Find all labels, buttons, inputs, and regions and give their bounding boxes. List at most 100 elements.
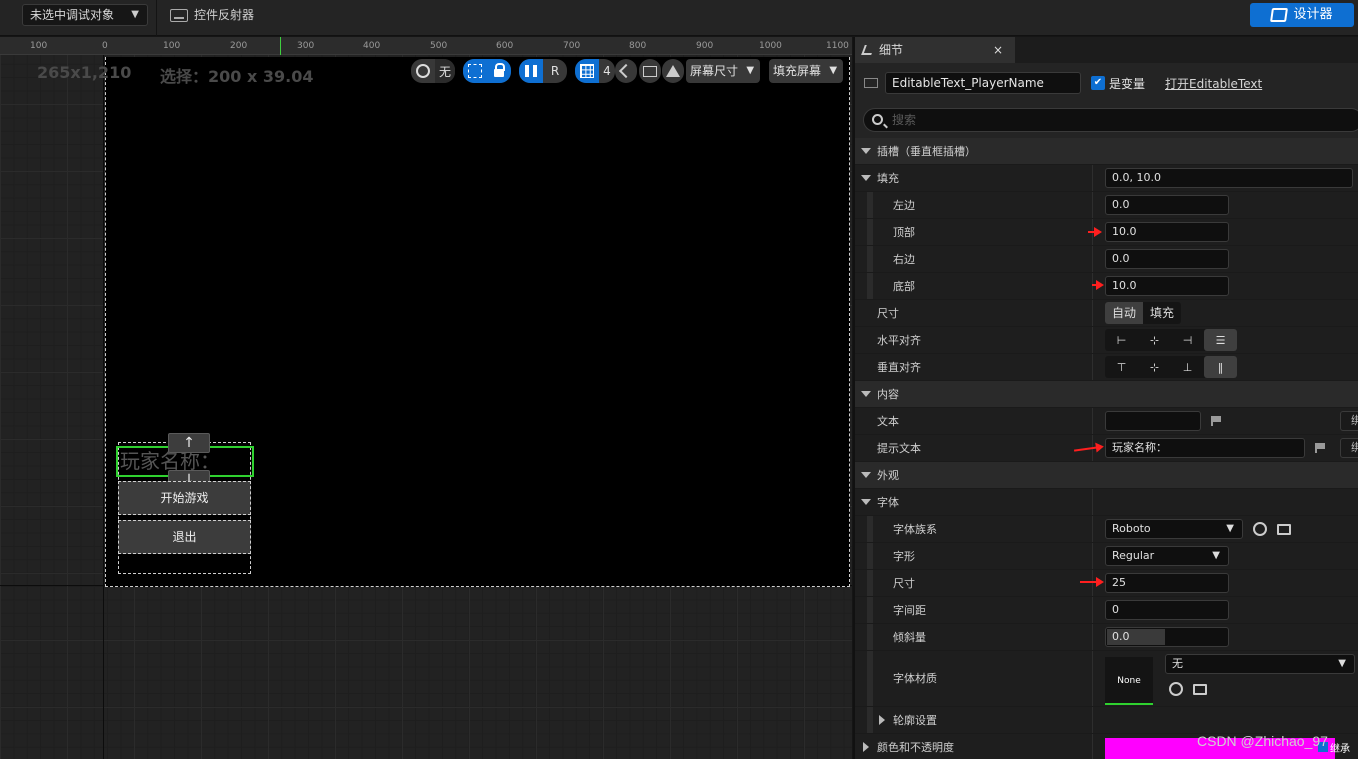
is-variable-checkbox[interactable]: ✔ [1091, 76, 1105, 90]
designer-mode-button[interactable]: 设计器 [1250, 3, 1354, 27]
details-tab[interactable]: 细节 × [855, 37, 1015, 63]
align-top-icon[interactable]: ⊤ [1105, 356, 1138, 378]
select-cursor-button[interactable] [615, 59, 637, 83]
align-right-icon[interactable]: ⊣ [1171, 329, 1204, 351]
designer-canvas[interactable]: 100 0 100 200 300 400 500 600 700 800 90… [0, 37, 852, 759]
align-left-icon[interactable]: ⊢ [1105, 329, 1138, 351]
ruler-tick-label: 600 [496, 41, 514, 51]
grid-icon[interactable] [575, 59, 599, 83]
column-divider [1092, 327, 1093, 353]
typeface-label: 字形 [893, 550, 915, 563]
padding-right-field[interactable]: 0.0 [1105, 249, 1229, 269]
expand-arrow-icon [879, 715, 885, 725]
font-material-dropdown[interactable]: 无 ▼ [1165, 654, 1355, 674]
screen-size-dropdown[interactable]: 屏幕尺寸 ▼ [686, 59, 761, 83]
inherit-label: 继承 [1330, 744, 1350, 755]
expand-arrow-icon[interactable] [863, 742, 869, 752]
ruler-tick-label: 900 [696, 41, 714, 51]
font-family-label: 字体族系 [893, 523, 937, 536]
debug-object-select[interactable]: 未选中调试对象 ▼ [22, 4, 148, 26]
padding-left-row: 左边 0.0 [855, 192, 1358, 219]
localize-flag-icon[interactable] [1315, 443, 1325, 453]
marquee-select-icon[interactable] [463, 59, 487, 83]
background-image-button[interactable] [639, 59, 661, 83]
align-center-icon[interactable]: ⊹ [1138, 329, 1171, 351]
localize-flag-icon[interactable] [1211, 416, 1221, 426]
indent-bar [867, 516, 873, 542]
flip-button[interactable] [662, 59, 684, 83]
font-material-thumbnail[interactable]: None [1105, 657, 1153, 705]
browse-folder-icon[interactable] [1193, 684, 1207, 695]
padding-bottom-row: 底部 10.0 [855, 273, 1358, 300]
column-divider [1092, 624, 1093, 650]
browse-folder-icon[interactable] [1277, 524, 1291, 535]
outline-settings-row[interactable]: 轮廓设置 [855, 707, 1358, 734]
horizontal-align-row: 水平对齐 ⊢ ⊹ ⊣ ☰ [855, 327, 1358, 354]
font-family-dropdown[interactable]: Roboto ▼ [1105, 519, 1243, 539]
annotation-arrow [1080, 577, 1104, 587]
pencil-icon [861, 45, 875, 55]
padding-bottom-field[interactable]: 10.0 [1105, 276, 1229, 296]
skew-label: 倾斜量 [893, 631, 926, 644]
selection-lock-group [463, 59, 511, 83]
horizontal-ruler: 100 0 100 200 300 400 500 600 700 800 90… [0, 37, 852, 55]
appearance-section-header[interactable]: 外观 [855, 462, 1358, 489]
font-size-field[interactable]: 25 [1105, 573, 1229, 593]
text-field[interactable] [1105, 411, 1201, 431]
ruler-tick-label: 0 [102, 41, 108, 51]
align-middle-icon[interactable]: ⊹ [1138, 356, 1171, 378]
move-up-handle[interactable]: ↑ [168, 433, 210, 453]
layout-blocks-icon[interactable] [519, 59, 543, 83]
open-editable-text-link[interactable]: 打开EditableText [1165, 75, 1262, 92]
close-icon[interactable]: × [993, 37, 1003, 63]
widget-name-field[interactable]: EditableText_PlayerName [885, 72, 1081, 94]
exit-button[interactable]: 退出 [118, 520, 251, 554]
collapse-arrow-icon[interactable] [861, 175, 871, 181]
widget-reflector-button[interactable]: 控件反射器 [170, 5, 254, 25]
details-tab-strip [1015, 37, 1358, 63]
skew-slider-field[interactable]: 0.0 [1105, 627, 1229, 647]
bind-button[interactable]: 绑 [1340, 411, 1358, 431]
padding-summary-field[interactable]: 0.0, 10.0 [1105, 168, 1353, 188]
chevron-down-icon: ▼ [829, 65, 838, 76]
use-selected-icon[interactable] [1169, 682, 1183, 696]
details-search-input[interactable]: 搜索 [863, 108, 1358, 132]
property-list: 插槽（垂直框插槽） 填充 0.0, 10.0 左边 0.0 顶部 10.0 右边… [855, 138, 1358, 759]
collapse-arrow-icon[interactable] [861, 499, 871, 505]
search-placeholder: 搜索 [892, 113, 917, 127]
indent-bar [867, 192, 873, 218]
start-game-button[interactable]: 开始游戏 [118, 481, 251, 515]
column-divider [1092, 651, 1093, 706]
text-row: 文本 绑 [855, 408, 1358, 435]
use-selected-icon[interactable] [1253, 522, 1267, 536]
hint-text-field[interactable]: 玩家名称： [1105, 438, 1305, 458]
world-space-toggle[interactable]: 无 [411, 59, 455, 83]
skew-value: 0.0 [1112, 630, 1130, 643]
size-auto-option[interactable]: 自动 [1105, 302, 1144, 324]
padding-left-field[interactable]: 0.0 [1105, 195, 1229, 215]
align-fill-icon[interactable]: ☰ [1204, 329, 1237, 351]
content-section-header[interactable]: 内容 [855, 381, 1358, 408]
lock-icon[interactable] [487, 59, 511, 83]
font-size-row: 尺寸 25 [855, 570, 1358, 597]
padding-top-field[interactable]: 10.0 [1105, 222, 1229, 242]
align-bottom-icon[interactable]: ⊥ [1171, 356, 1204, 378]
widget-reflector-label: 控件反射器 [194, 8, 255, 22]
indent-bar [867, 273, 873, 299]
align-vfill-icon[interactable]: ‖ [1204, 356, 1237, 378]
letter-spacing-field[interactable]: 0 [1105, 600, 1229, 620]
indent-bar [867, 246, 873, 272]
slot-section-header[interactable]: 插槽（垂直框插槽） [855, 138, 1358, 165]
vertical-align-row: 垂直对齐 ⊤ ⊹ ⊥ ‖ [855, 354, 1358, 381]
column-divider [1092, 354, 1093, 380]
color-opacity-label: 颜色和不透明度 [877, 741, 954, 754]
fill-screen-dropdown[interactable]: 填充屏幕 ▼ [769, 59, 844, 83]
indent-bar [867, 651, 873, 706]
bind-button[interactable]: 绑 [1340, 438, 1358, 458]
r-toggle-button[interactable]: R [543, 59, 567, 83]
typeface-dropdown[interactable]: Regular ▼ [1105, 546, 1229, 566]
size-fill-option[interactable]: 填充 [1143, 302, 1181, 324]
outline-settings-label: 轮廓设置 [893, 714, 937, 727]
font-family-value: Roboto [1112, 522, 1151, 535]
text-label: 文本 [877, 415, 899, 428]
